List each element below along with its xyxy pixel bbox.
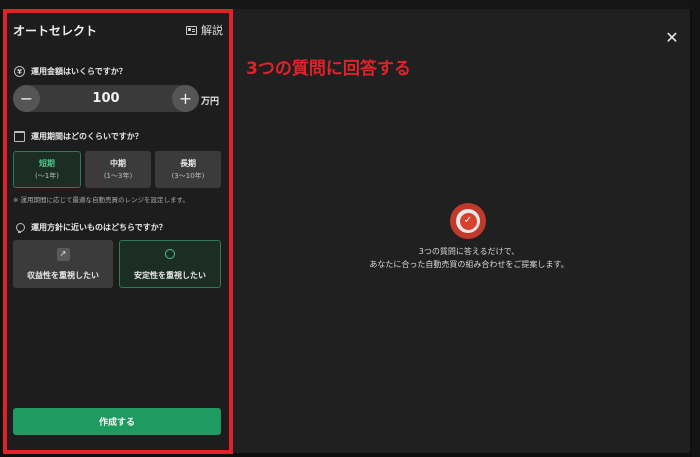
ring-icon — [164, 248, 177, 261]
amount-value[interactable]: 100 — [92, 91, 119, 106]
period-options: 短期 (〜1年) 中期 (1〜3年) 長期 (3〜10年) — [13, 151, 221, 188]
period-option-label: 長期 — [180, 159, 196, 168]
question-panel: オートセレクト 解説 ¥ 運用金額はいくらですか？ − 100 + 万円 運用期… — [4, 9, 230, 453]
period-option-range: (〜1年) — [35, 172, 59, 180]
question-amount-label: 運用金額はいくらですか？ — [31, 67, 127, 76]
check-badge-icon: ✓ — [450, 203, 486, 239]
background-app-edge — [692, 0, 700, 457]
close-icon[interactable]: ✕ — [664, 30, 680, 46]
period-option-label: 中期 — [110, 159, 126, 168]
panel-header: オートセレクト 解説 — [13, 22, 223, 38]
question-policy: 運用方針に近いものはどちらですか？ — [14, 222, 167, 233]
period-option-mid[interactable]: 中期 (1〜3年) — [85, 151, 151, 188]
period-option-label: 短期 — [39, 159, 55, 168]
question-period: 運用期間はどのくらいですか？ — [14, 131, 143, 142]
yen-icon: ¥ — [14, 66, 25, 77]
decrement-button[interactable]: − — [13, 85, 40, 112]
period-option-range: (1〜3年) — [103, 172, 133, 180]
trend-up-icon: ↗ — [56, 247, 70, 261]
intro-line-1: 3つの質問に答えるだけで、 — [418, 247, 520, 256]
amount-stepper: − 100 + — [13, 85, 199, 112]
intro-message: 3つの質問に答えるだけで、 あなたに合った自動売買の組み合わせをご提案します。 — [334, 245, 604, 271]
policy-option-label: 安定性を重視したい — [134, 270, 206, 280]
question-policy-label: 運用方針に近いものはどちらですか？ — [31, 223, 167, 232]
question-amount: ¥ 運用金額はいくらですか？ — [14, 66, 127, 77]
increment-button[interactable]: + — [171, 85, 199, 112]
amount-unit: 万円 — [201, 97, 220, 107]
period-option-short[interactable]: 短期 (〜1年) — [13, 151, 81, 188]
annotation-text: 3つの質問に回答する — [246, 59, 411, 79]
question-period-label: 運用期間はどのくらいですか？ — [31, 132, 143, 141]
calendar-icon — [14, 131, 25, 142]
guide-icon — [186, 25, 197, 35]
policy-option-stability[interactable]: 安定性を重視したい — [119, 240, 221, 288]
policy-option-label: 収益性を重視したい — [27, 270, 99, 280]
intro-line-2: あなたに合った自動売買の組み合わせをご提案します。 — [369, 260, 569, 269]
period-option-long[interactable]: 長期 (3〜10年) — [155, 151, 221, 188]
policy-option-profit[interactable]: ↗ 収益性を重視したい — [13, 240, 113, 288]
create-button[interactable]: 作成する — [13, 408, 221, 435]
period-option-range: (3〜10年) — [171, 172, 205, 180]
panel-title: オートセレクト — [13, 23, 98, 38]
lightbulb-icon — [14, 222, 25, 233]
help-label: 解説 — [201, 24, 223, 37]
period-note: ※ 運用期間に応じて最適な自動売買のレンジを設定します。 — [13, 196, 189, 204]
policy-options: ↗ 収益性を重視したい 安定性を重視したい — [13, 240, 221, 288]
help-link[interactable]: 解説 — [186, 22, 223, 38]
